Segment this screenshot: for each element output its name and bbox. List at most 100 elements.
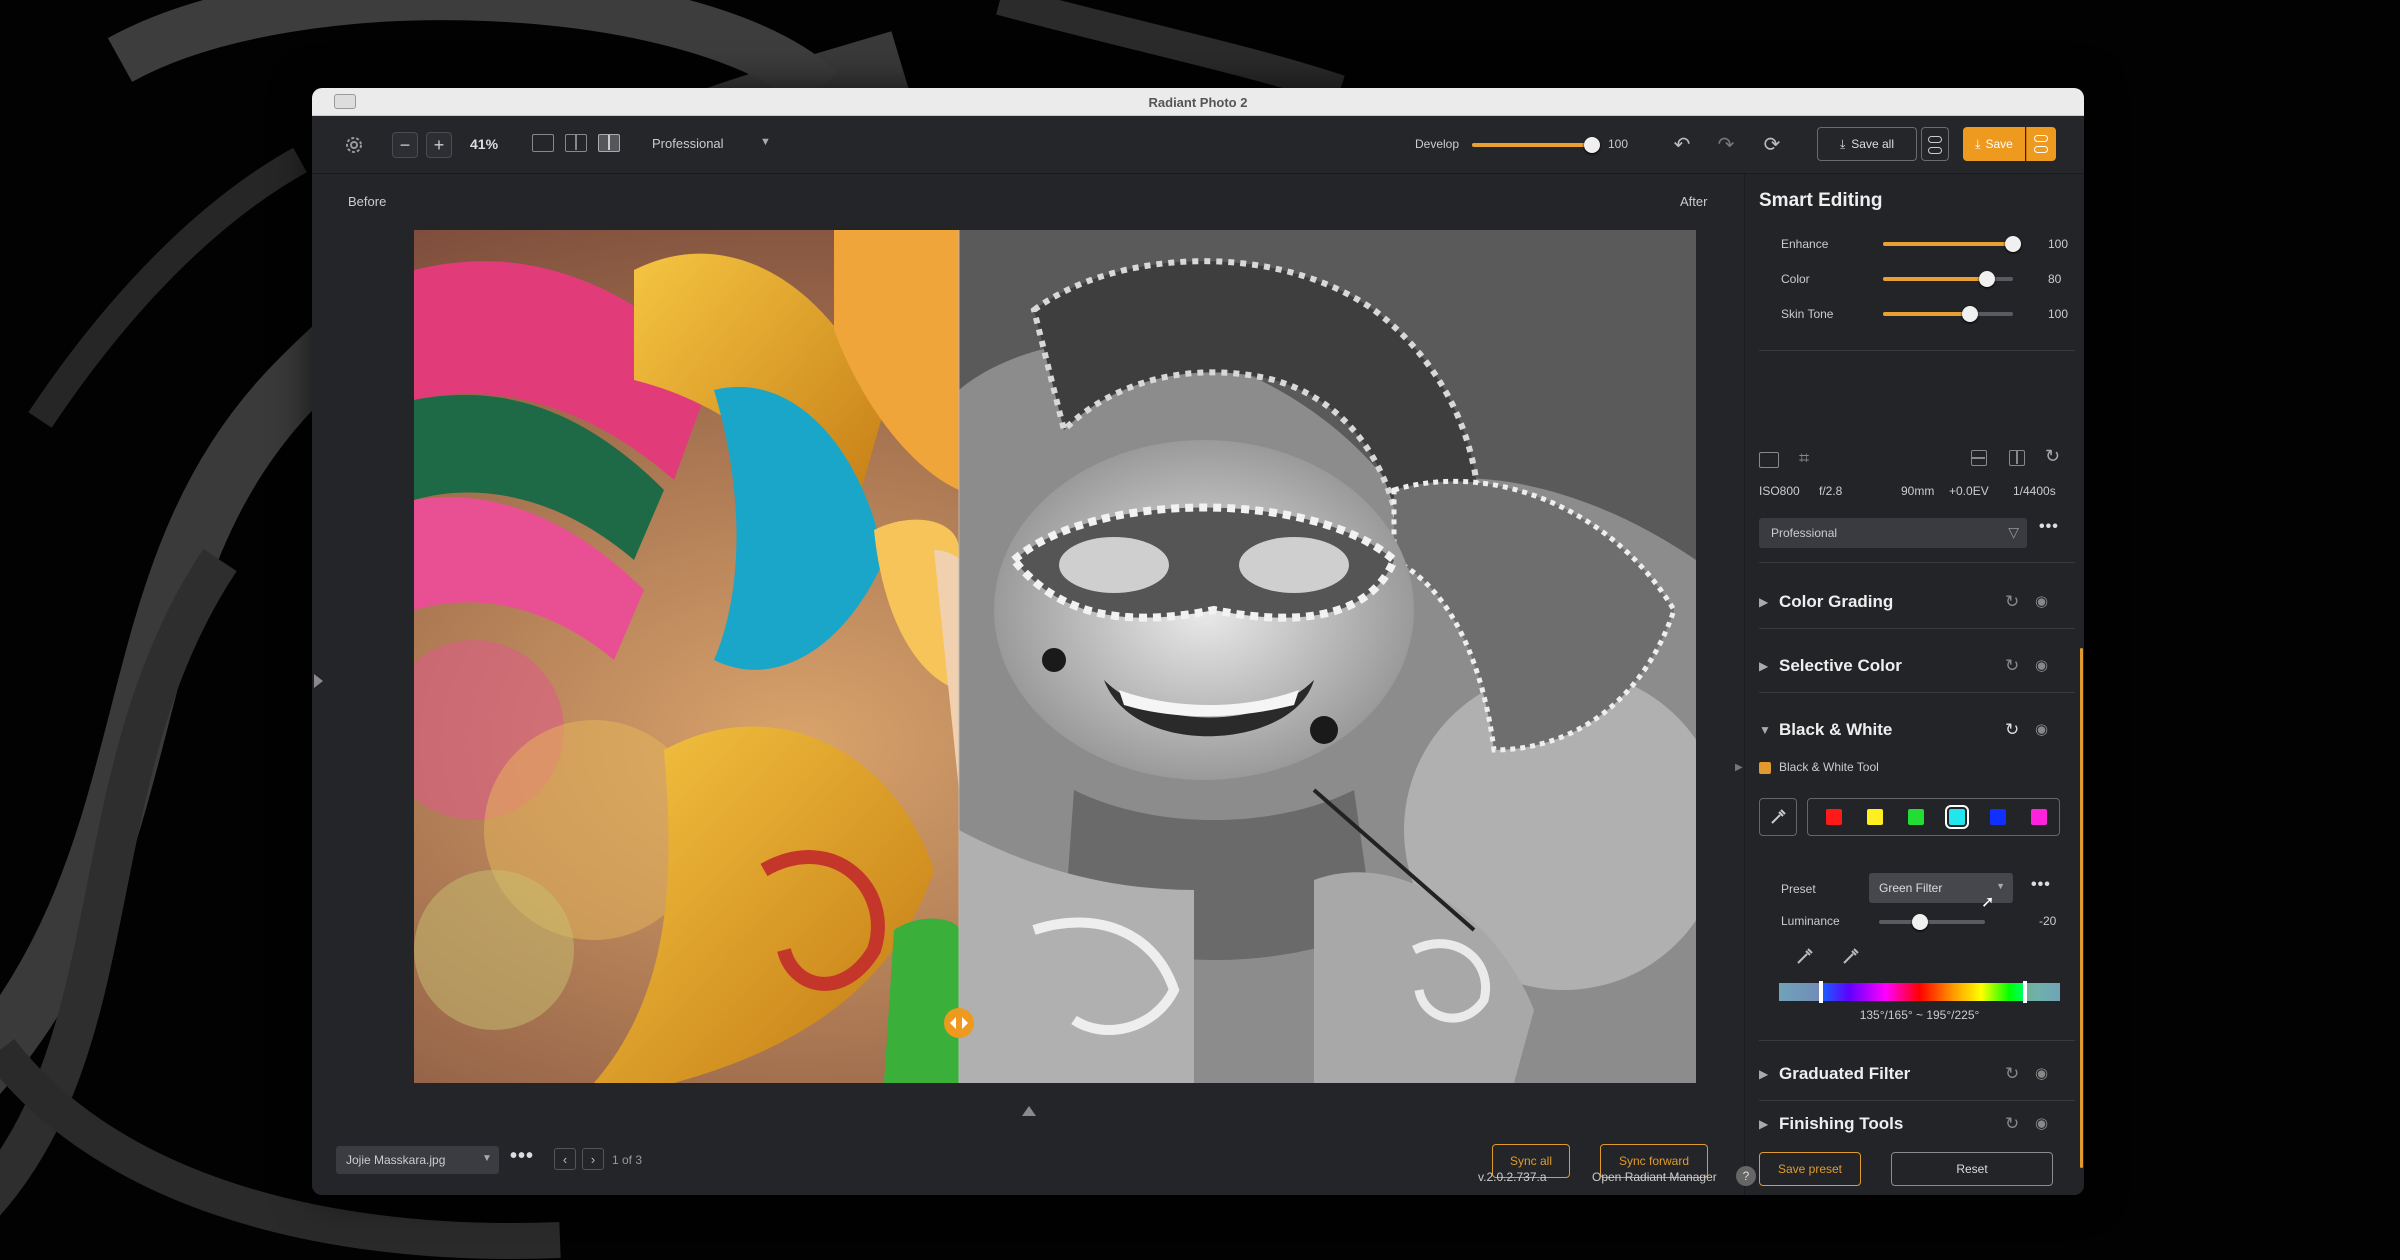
expand-tool-arrow-icon[interactable]: ▶ xyxy=(1735,762,1743,773)
skin-tone-value: 100 xyxy=(2048,307,2069,321)
hue-range-handle-left[interactable] xyxy=(1819,981,1823,1003)
reset-all-icon[interactable]: ⟳ xyxy=(1758,130,1786,158)
color-slider[interactable] xyxy=(1883,271,2013,287)
enhance-slider-thumb[interactable] xyxy=(2005,236,2021,252)
version-label: v.2.0.2.737.a xyxy=(1478,1170,1547,1184)
eye-icon[interactable]: ◉ xyxy=(2035,1064,2048,1082)
page-indicator: 1 of 3 xyxy=(612,1153,643,1167)
section-black-white[interactable]: ▼ Black & White ↻ ◉ xyxy=(1759,716,2069,746)
file-select-dropdown[interactable]: Jojie Masskara.jpg xyxy=(336,1146,499,1174)
section-selective-color[interactable]: ▶ Selective Color ↻ ◉ xyxy=(1759,652,2069,682)
reset-icon[interactable]: ↻ xyxy=(2005,656,2019,676)
divider xyxy=(1759,628,2075,629)
single-view-icon[interactable] xyxy=(532,134,554,152)
preset-dropdown[interactable]: Professional xyxy=(652,136,724,151)
app-window: Radiant Photo 2 − + 41% Professional ▼ D… xyxy=(312,88,2084,1195)
hue-range-handle-right[interactable] xyxy=(2023,981,2027,1003)
settings-gear-icon[interactable] xyxy=(340,131,368,159)
develop-slider-thumb[interactable] xyxy=(1584,137,1600,153)
rotate-icon[interactable]: ↻ xyxy=(2045,446,2060,467)
panel-scrollbar[interactable] xyxy=(2080,648,2083,1168)
window-title: Radiant Photo 2 xyxy=(1148,95,1248,110)
redo-icon[interactable]: ↷ xyxy=(1712,130,1740,158)
split-handle[interactable] xyxy=(944,1008,974,1038)
save-button[interactable]: ⤓ Save xyxy=(1963,127,2025,161)
bw-tool-checkbox[interactable] xyxy=(1759,762,1771,774)
develop-slider-fill xyxy=(1472,143,1592,147)
split-view-icon[interactable] xyxy=(598,134,620,152)
swatch-green[interactable] xyxy=(1908,809,1924,825)
eyedropper-subtract-icon[interactable] xyxy=(1841,946,1861,971)
zoom-level: 41% xyxy=(470,136,499,152)
luminance-slider[interactable] xyxy=(1879,914,1985,930)
next-image-button[interactable]: › xyxy=(582,1148,604,1170)
before-label: Before xyxy=(348,194,387,209)
reset-icon[interactable]: ↻ xyxy=(2005,1114,2019,1134)
image-info-icon[interactable] xyxy=(1759,452,1779,468)
color-slider-thumb[interactable] xyxy=(1979,271,1995,287)
save-all-button[interactable]: ⤓ Save all xyxy=(1817,127,1917,161)
reset-icon[interactable]: ↻ xyxy=(2005,720,2019,740)
save-options-toggle[interactable] xyxy=(2026,127,2056,161)
develop-slider[interactable] xyxy=(1472,137,1600,153)
save-preset-button[interactable]: Save preset xyxy=(1759,1152,1861,1186)
eye-icon[interactable]: ◉ xyxy=(2035,656,2048,674)
reset-icon[interactable]: ↻ xyxy=(2005,1064,2019,1084)
swatch-blue[interactable] xyxy=(1990,809,2006,825)
luminance-slider-thumb[interactable] xyxy=(1912,914,1929,930)
eyedropper-button[interactable] xyxy=(1759,798,1797,836)
section-graduated-filter[interactable]: ▶ Graduated Filter ↻ ◉ xyxy=(1759,1060,2069,1090)
undo-icon[interactable]: ↶ xyxy=(1668,130,1696,158)
eyedropper-add-icon[interactable] xyxy=(1795,946,1815,971)
chevron-down-icon[interactable]: ▼ xyxy=(760,136,771,148)
show-filmstrip-arrow-icon[interactable] xyxy=(314,674,323,688)
eye-icon[interactable]: ◉ xyxy=(2035,720,2048,738)
hue-mask-left xyxy=(1779,983,1823,1001)
enhance-value: 100 xyxy=(2048,237,2069,251)
title-bar: Radiant Photo 2 xyxy=(312,88,2084,116)
expand-arrow-icon: ▶ xyxy=(1759,595,1769,609)
reset-icon[interactable]: ↻ xyxy=(2005,592,2019,612)
show-bottom-bar-arrow-icon[interactable] xyxy=(1022,1106,1036,1116)
eye-icon[interactable]: ◉ xyxy=(2035,1114,2048,1132)
hue-range-bar[interactable] xyxy=(1779,981,2060,1003)
exif-iso: ISO800 xyxy=(1759,484,1800,498)
flip-horizontal-icon[interactable] xyxy=(2009,450,2025,466)
help-button[interactable]: ? xyxy=(1736,1166,1756,1186)
reset-button[interactable]: Reset xyxy=(1891,1152,2053,1186)
skin-tone-label: Skin Tone xyxy=(1781,307,1834,321)
enhance-slider[interactable] xyxy=(1883,236,2021,252)
swatch-cyan[interactable] xyxy=(1945,805,1969,829)
chevron-down-icon[interactable]: ▼ xyxy=(482,1153,492,1164)
more-options-icon[interactable]: ••• xyxy=(510,1145,534,1168)
zoom-out-button[interactable]: − xyxy=(392,132,418,158)
swatch-red[interactable] xyxy=(1826,809,1842,825)
previous-image-button[interactable]: ‹ xyxy=(554,1148,576,1170)
develop-label: Develop xyxy=(1415,137,1460,151)
flip-vertical-icon[interactable] xyxy=(1971,450,1987,466)
preset-category-select[interactable]: Professional ▽ xyxy=(1759,518,2027,548)
download-icon: ⤓ xyxy=(1975,136,1981,151)
color-label: Color xyxy=(1781,272,1810,286)
save-all-options-toggle[interactable] xyxy=(1921,127,1949,161)
exif-aperture: f/2.8 xyxy=(1819,484,1843,498)
section-finishing-tools[interactable]: ▶ Finishing Tools ↻ ◉ xyxy=(1759,1110,2069,1140)
skin-tone-slider[interactable] xyxy=(1883,306,2013,322)
side-by-side-view-icon[interactable] xyxy=(565,134,587,152)
skin-tone-slider-thumb[interactable] xyxy=(1962,306,1979,322)
photo-preview[interactable] xyxy=(414,230,1696,1083)
section-color-grading[interactable]: ▶ Color Grading ↻ ◉ xyxy=(1759,588,2069,618)
open-radiant-manager-link[interactable]: Open Radiant Manager xyxy=(1592,1170,1717,1184)
more-options-icon[interactable]: ••• xyxy=(2039,518,2059,536)
eye-icon[interactable]: ◉ xyxy=(2035,592,2048,610)
expand-arrow-icon: ▶ xyxy=(1759,1067,1769,1081)
section-title: Graduated Filter xyxy=(1779,1064,1911,1083)
filter-icon[interactable]: ▽ xyxy=(2008,524,2019,541)
crop-icon[interactable]: ⌗ xyxy=(1799,448,1809,469)
more-options-icon[interactable]: ••• xyxy=(2031,876,2051,894)
swatch-magenta[interactable] xyxy=(2031,809,2047,825)
swatch-yellow[interactable] xyxy=(1867,809,1883,825)
section-title: Finishing Tools xyxy=(1779,1114,1904,1133)
zoom-in-button[interactable]: + xyxy=(426,132,452,158)
expand-arrow-icon: ▶ xyxy=(1759,659,1769,673)
